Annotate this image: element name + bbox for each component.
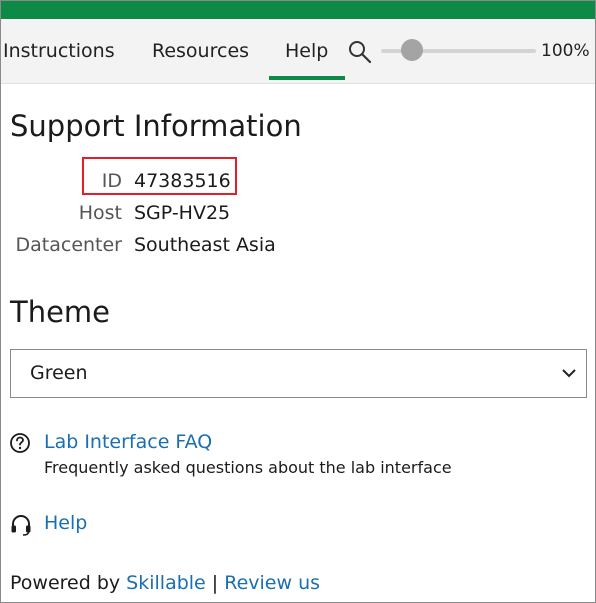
tab-instructions[interactable]: Instructions xyxy=(3,19,115,83)
tab-bar: Instructions Resources Help 100% xyxy=(1,19,595,84)
host-label: Host xyxy=(78,202,122,224)
question-circle-icon xyxy=(10,433,30,453)
id-highlight xyxy=(82,157,237,195)
footer: Powered by Skillable | Review us xyxy=(10,572,320,594)
review-us-link[interactable]: Review us xyxy=(224,572,320,594)
skillable-link[interactable]: Skillable xyxy=(126,572,206,594)
host-value: SGP-HV25 xyxy=(134,202,231,224)
help-link[interactable]: Help xyxy=(44,512,87,534)
lab-interface-faq-link[interactable]: Lab Interface FAQ xyxy=(44,431,212,453)
accent-bar xyxy=(1,1,595,19)
tab-help[interactable]: Help xyxy=(285,19,328,83)
magnifier-icon[interactable] xyxy=(347,39,373,65)
theme-title: Theme xyxy=(10,295,111,329)
zoom-level: 100% xyxy=(541,41,590,61)
help-panel: Instructions Resources Help 100% Support… xyxy=(0,0,596,603)
theme-select-value: Green xyxy=(30,362,88,384)
datacenter-label: Datacenter xyxy=(15,234,123,256)
theme-select[interactable]: Green xyxy=(10,349,587,398)
footer-prefix: Powered by xyxy=(10,572,121,594)
zoom-slider-thumb[interactable] xyxy=(401,39,423,61)
datacenter-value: Southeast Asia xyxy=(134,234,276,256)
footer-separator: | xyxy=(211,572,219,594)
active-tab-indicator xyxy=(269,76,345,80)
tab-resources[interactable]: Resources xyxy=(152,19,249,83)
faq-description: Frequently asked questions about the lab… xyxy=(44,458,452,477)
chevron-down-icon xyxy=(562,369,576,378)
support-information-title: Support Information xyxy=(10,109,302,143)
headset-icon xyxy=(11,515,31,536)
